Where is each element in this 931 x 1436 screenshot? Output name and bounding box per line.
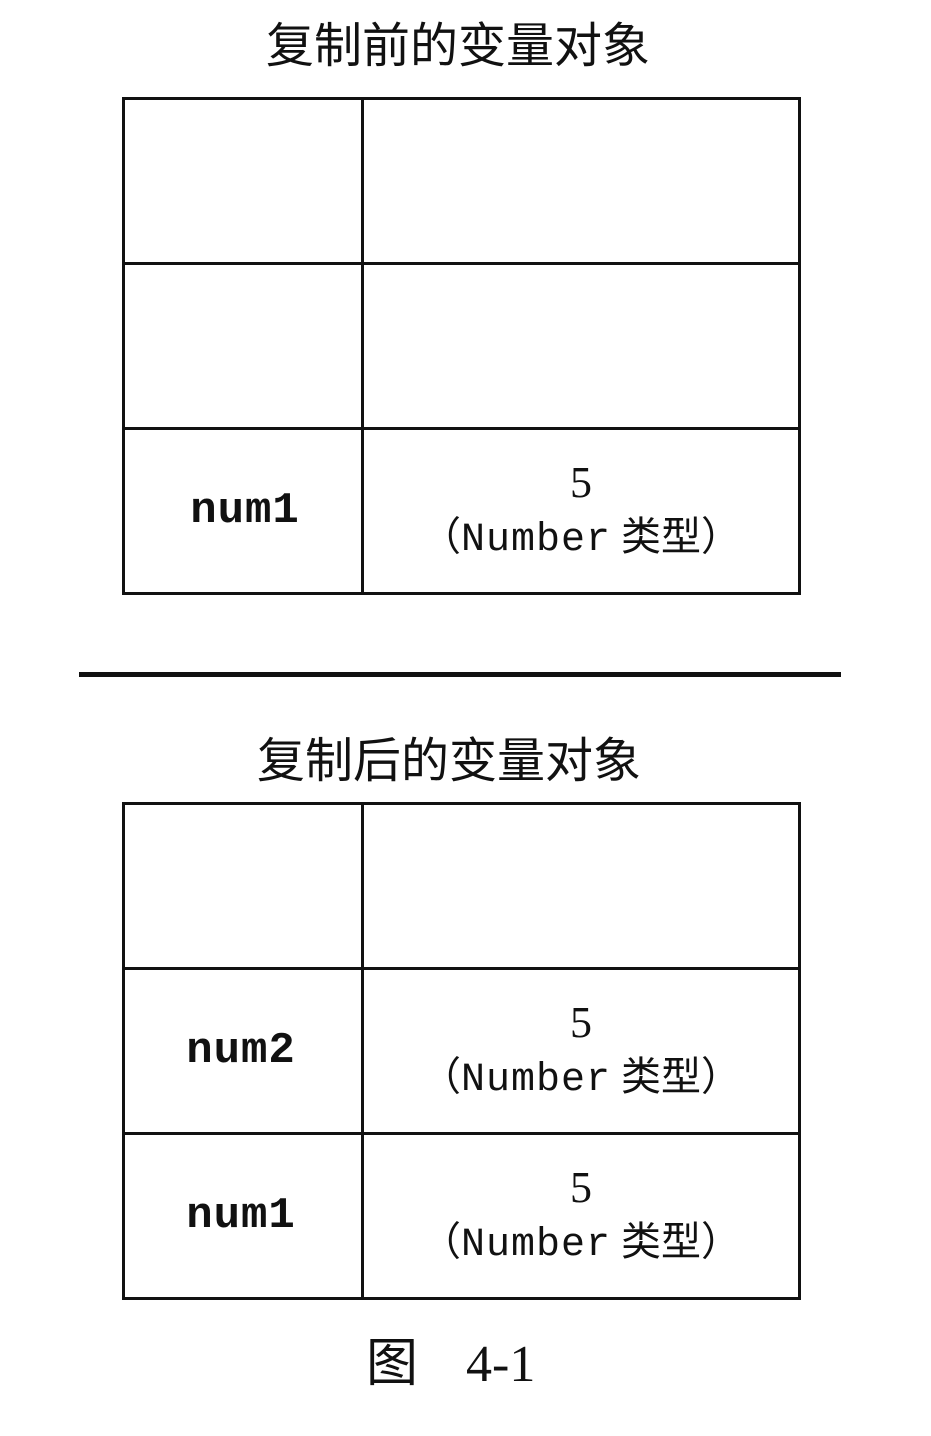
section-divider (79, 672, 841, 677)
type-close-paren: ） (701, 1219, 742, 1265)
variable-value-cell: 5 （Number 类型） (361, 1132, 801, 1300)
variable-value: 5 (570, 1163, 592, 1212)
variable-value-cell: 5 （Number 类型） (361, 427, 801, 595)
variable-value-cell: 5 （Number 类型） (361, 967, 801, 1135)
variable-object-table-after: num2 5 （Number 类型） num1 5 （Number 类型） (122, 802, 801, 1300)
after-copy-title: 复制后的变量对象 (257, 733, 642, 789)
variable-type: （Number 类型） (364, 1057, 798, 1101)
variable-value-cell (361, 802, 801, 970)
variable-name-cell (122, 802, 364, 970)
type-close-paren: ） (701, 1054, 742, 1100)
type-close-paren: ） (701, 514, 742, 560)
type-open-paren: （ (420, 1219, 461, 1265)
table-row (122, 97, 801, 265)
variable-type: （Number 类型） (364, 517, 798, 561)
type-suffix: 类型 (621, 514, 702, 560)
variable-value: 5 (570, 998, 592, 1047)
variable-name-cell (122, 262, 364, 430)
variable-name: num1 (190, 486, 300, 536)
table-row (122, 262, 801, 430)
type-suffix: 类型 (621, 1219, 702, 1265)
type-name: Number (460, 1058, 612, 1103)
variable-name: num1 (186, 1191, 296, 1241)
variable-object-table-before: num1 5 （Number 类型） (122, 97, 801, 595)
before-copy-title: 复制前的变量对象 (266, 18, 651, 74)
variable-name-cell: num1 (122, 1132, 364, 1300)
variable-value-cell (361, 97, 801, 265)
type-suffix: 类型 (621, 1054, 702, 1100)
variable-name-cell: num2 (122, 967, 364, 1135)
variable-name: num2 (186, 1026, 296, 1076)
table-row: num1 5 （Number 类型） (122, 1132, 801, 1300)
variable-value: 5 (570, 458, 592, 507)
table-row (122, 802, 801, 970)
figure-caption: 图 4-1 (366, 1338, 535, 1391)
variable-type: （Number 类型） (364, 1222, 798, 1266)
type-open-paren: （ (420, 514, 461, 560)
type-open-paren: （ (420, 1054, 461, 1100)
variable-value-cell (361, 262, 801, 430)
figure-label: 图 (366, 1334, 419, 1394)
type-name: Number (460, 518, 612, 563)
variable-name-cell: num1 (122, 427, 364, 595)
table-row: num2 5 （Number 类型） (122, 967, 801, 1135)
figure-number: 4-1 (466, 1336, 536, 1393)
variable-name-cell (122, 97, 364, 265)
table-row: num1 5 （Number 类型） (122, 427, 801, 595)
type-name: Number (460, 1223, 612, 1268)
